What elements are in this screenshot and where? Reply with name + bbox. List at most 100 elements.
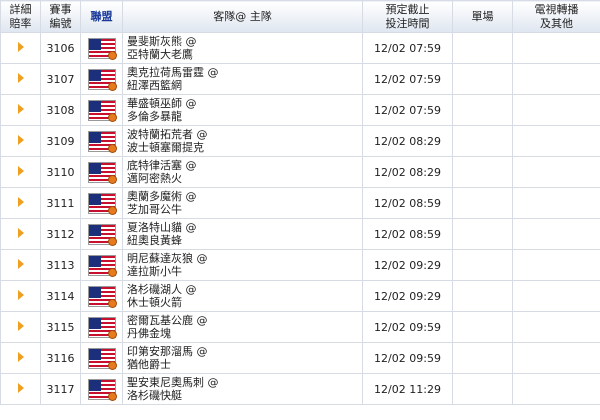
event-no-cell: 3116: [40, 342, 81, 374]
header-single: 單場: [452, 0, 513, 33]
nba-flag-icon[interactable]: [87, 99, 117, 122]
expand-arrow-icon[interactable]: [17, 289, 24, 300]
tv-cell: [512, 63, 600, 95]
expand-arrow-icon[interactable]: [17, 41, 24, 52]
home-team[interactable]: 丹佛金塊: [127, 327, 362, 340]
league-cell[interactable]: [80, 311, 123, 343]
expand-arrow-icon[interactable]: [17, 196, 24, 207]
detail-odds-cell[interactable]: [0, 63, 41, 95]
detail-odds-cell[interactable]: [0, 94, 41, 126]
tv-cell: [512, 280, 600, 312]
table-row: 3106 曼斐斯灰熊 @ 亞特蘭大老鷹 12/02 07:59: [0, 32, 600, 64]
bet-close-time: 12/02 09:29: [362, 280, 453, 312]
home-team[interactable]: 猶他爵士: [127, 358, 362, 371]
matchup-cell: 印第安那溜馬 @ 猶他爵士: [122, 342, 363, 374]
matchup-cell: 夏洛特山貓 @ 紐奧良黃蜂: [122, 218, 363, 250]
table-row: 3110 底特律活塞 @ 邁阿密熱火 12/02 08:29: [0, 156, 600, 188]
detail-odds-cell[interactable]: [0, 156, 41, 188]
bet-close-time: 12/02 09:59: [362, 311, 453, 343]
away-team: 奧蘭多魔術 @: [127, 190, 197, 203]
matchup-cell: 聖安東尼奧馬刺 @ 洛杉磯快艇: [122, 373, 363, 405]
league-cell[interactable]: [80, 249, 123, 281]
detail-odds-cell[interactable]: [0, 218, 41, 250]
league-cell[interactable]: [80, 32, 123, 64]
nba-flag-icon[interactable]: [87, 316, 117, 339]
detail-odds-cell[interactable]: [0, 373, 41, 405]
header-detail-odds: 詳細 賠率: [0, 0, 41, 33]
tv-cell: [512, 311, 600, 343]
matchup-cell: 波特蘭拓荒者 @ 波士頓塞爾提克: [122, 125, 363, 157]
league-cell[interactable]: [80, 94, 123, 126]
detail-odds-cell[interactable]: [0, 249, 41, 281]
nba-flag-icon[interactable]: [87, 37, 117, 60]
table-row: 3108 華盛頓巫師 @ 多倫多暴龍 12/02 07:59: [0, 94, 600, 126]
detail-odds-cell[interactable]: [0, 32, 41, 64]
home-team[interactable]: 紐澤西籃網: [127, 79, 362, 92]
expand-arrow-icon[interactable]: [17, 382, 24, 393]
home-team[interactable]: 波士頓塞爾提克: [127, 141, 362, 154]
home-team[interactable]: 紐奧良黃蜂: [127, 234, 362, 247]
home-team[interactable]: 達拉斯小牛: [127, 265, 362, 278]
nba-flag-icon[interactable]: [87, 254, 117, 277]
expand-arrow-icon[interactable]: [17, 320, 24, 331]
bet-close-time-value: 12/02 09:59: [374, 351, 441, 365]
nba-flag-icon[interactable]: [87, 347, 117, 370]
bet-close-time-value: 12/02 08:59: [374, 227, 441, 241]
event-no-cell: 3117: [40, 373, 81, 405]
bet-close-time-value: 12/02 08:59: [374, 196, 441, 210]
bet-close-time-value: 12/02 11:29: [374, 382, 441, 396]
league-cell[interactable]: [80, 218, 123, 250]
detail-odds-cell[interactable]: [0, 125, 41, 157]
expand-arrow-icon[interactable]: [17, 227, 24, 238]
bet-close-time: 12/02 07:59: [362, 94, 453, 126]
table-row: 3116 印第安那溜馬 @ 猶他爵士 12/02 09:59: [0, 342, 600, 374]
header-league[interactable]: 聯盟: [80, 0, 123, 33]
single-cell: [452, 32, 513, 64]
expand-arrow-icon[interactable]: [17, 72, 24, 83]
event-no-cell: 3114: [40, 280, 81, 312]
away-team: 波特蘭拓荒者 @: [127, 128, 208, 141]
tv-cell: [512, 32, 600, 64]
home-team[interactable]: 休士頓火箭: [127, 296, 362, 309]
bet-close-time: 12/02 07:59: [362, 63, 453, 95]
away-team: 曼斐斯灰熊 @: [127, 35, 197, 48]
nba-flag-icon[interactable]: [87, 192, 117, 215]
home-team[interactable]: 多倫多暴龍: [127, 110, 362, 123]
league-cell[interactable]: [80, 63, 123, 95]
header-league-label[interactable]: 聯盟: [91, 10, 113, 23]
league-cell[interactable]: [80, 342, 123, 374]
nba-flag-icon[interactable]: [87, 285, 117, 308]
matchup-cell: 底特律活塞 @ 邁阿密熱火: [122, 156, 363, 188]
nba-flag-icon[interactable]: [87, 378, 117, 401]
league-cell[interactable]: [80, 125, 123, 157]
expand-arrow-icon[interactable]: [17, 165, 24, 176]
detail-odds-cell[interactable]: [0, 280, 41, 312]
nba-flag-icon[interactable]: [87, 161, 117, 184]
bet-close-time: 12/02 08:59: [362, 218, 453, 250]
nba-flag-icon[interactable]: [87, 68, 117, 91]
bet-close-time-value: 12/02 09:29: [374, 258, 441, 272]
expand-arrow-icon[interactable]: [17, 103, 24, 114]
expand-arrow-icon[interactable]: [17, 258, 24, 269]
home-team[interactable]: 亞特蘭大老鷹: [127, 48, 362, 61]
league-cell[interactable]: [80, 280, 123, 312]
expand-arrow-icon[interactable]: [17, 351, 24, 362]
detail-odds-cell[interactable]: [0, 311, 41, 343]
league-cell[interactable]: [80, 373, 123, 405]
league-cell[interactable]: [80, 156, 123, 188]
expand-arrow-icon[interactable]: [17, 134, 24, 145]
league-cell[interactable]: [80, 187, 123, 219]
event-no-cell: 3111: [40, 187, 81, 219]
bet-close-time: 12/02 08:29: [362, 125, 453, 157]
away-team: 明尼蘇達灰狼 @: [127, 252, 208, 265]
home-team[interactable]: 邁阿密熱火: [127, 172, 362, 185]
matchup-cell: 奧克拉荷馬雷霆 @ 紐澤西籃網: [122, 63, 363, 95]
detail-odds-cell[interactable]: [0, 187, 41, 219]
home-team[interactable]: 芝加哥公牛: [127, 203, 362, 216]
home-team[interactable]: 洛杉磯快艇: [127, 389, 362, 402]
header-event-no-label: 賽事 編號: [49, 2, 72, 30]
detail-odds-cell[interactable]: [0, 342, 41, 374]
nba-flag-icon[interactable]: [87, 130, 117, 153]
nba-flag-icon[interactable]: [87, 223, 117, 246]
away-team: 底特律活塞 @: [127, 159, 197, 172]
